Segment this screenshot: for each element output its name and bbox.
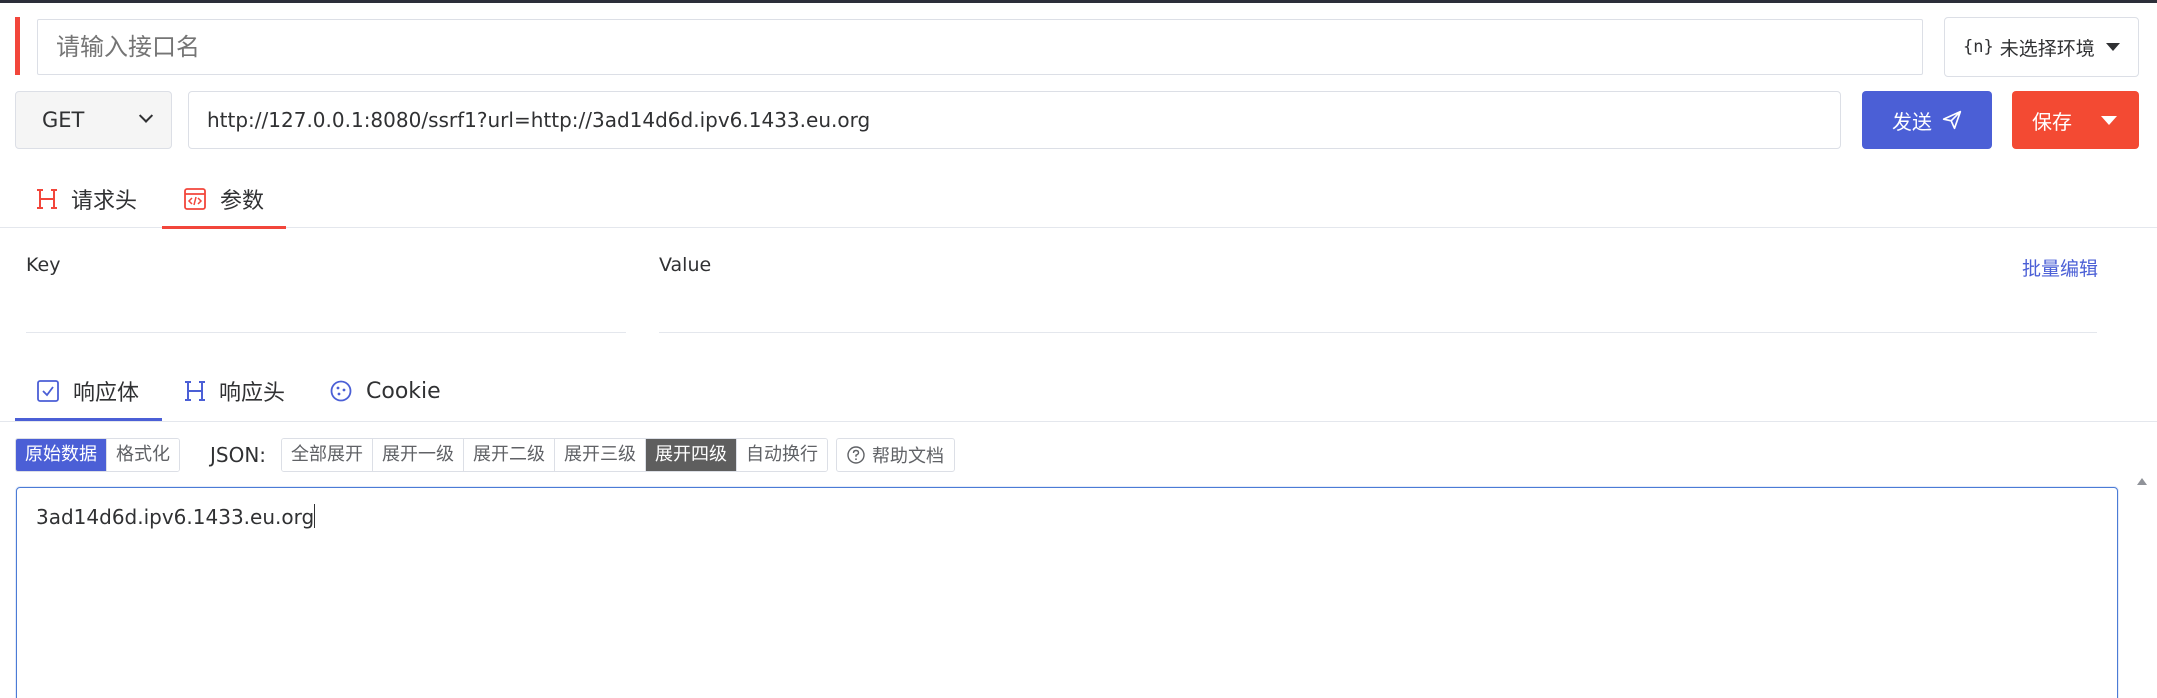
h-icon [37,188,57,210]
response-text: 3ad14d6d.ipv6.1433.eu.org [36,505,315,529]
expand-level-2-button[interactable]: 展开二级 [464,439,555,471]
name-accent-bar [15,17,20,75]
tab-params[interactable]: 参数 [162,170,286,229]
api-name-input[interactable] [37,19,1923,75]
code-window-icon [184,188,206,210]
response-tabs: 响应体 响应头 Cookie [0,362,2157,422]
save-label: 保存 [2032,109,2072,134]
help-docs-button[interactable]: 帮助文档 [836,438,955,472]
help-label: 帮助文档 [872,446,944,467]
word-wrap-button[interactable]: 自动换行 [737,439,827,471]
method-label: GET [42,108,85,132]
cookie-icon [330,380,352,402]
url-input[interactable]: http://127.0.0.1:8080/ssrf1?url=http://3… [188,91,1841,149]
tab-response-headers[interactable]: 响应头 [185,362,285,420]
variable-icon: {n} [1963,37,1994,57]
send-label: 发送 [1892,109,1932,134]
checkbox-icon [37,380,59,402]
environment-select[interactable]: {n} 未选择环境 [1944,17,2139,77]
expand-level-1-button[interactable]: 展开一级 [373,439,464,471]
bulk-edit-link[interactable]: 批量编辑 [2022,254,2098,281]
tab-request-headers[interactable]: 请求头 [37,170,137,228]
request-tabs: 请求头 参数 [0,170,2157,229]
expand-level-3-button[interactable]: 展开三级 [555,439,646,471]
chevron-down-icon [138,108,154,123]
value-column-header: Value [659,254,712,276]
caret-down-icon[interactable] [2101,115,2117,125]
save-button[interactable]: 保存 [2012,91,2139,149]
tab-cookie[interactable]: Cookie [330,362,441,420]
tab-label: Cookie [366,378,441,404]
value-input-underline[interactable] [659,332,2097,333]
expand-level-4-button[interactable]: 展开四级 [646,439,737,471]
text-cursor [314,504,316,528]
caret-down-icon [2106,43,2120,51]
tab-response-body[interactable]: 响应体 [15,362,162,421]
key-input-underline[interactable] [26,332,626,333]
tab-label: 响应体 [73,381,140,406]
json-label: JSON: [210,443,267,467]
tab-label: 响应头 [219,381,286,406]
question-icon [847,446,865,464]
method-select[interactable]: GET [15,91,172,149]
h-icon [185,380,205,402]
tab-label: 请求头 [71,189,138,214]
expand-all-button[interactable]: 全部展开 [282,439,373,471]
tab-label: 参数 [220,189,265,214]
paper-plane-icon [1942,110,1962,130]
scroll-up-arrow-icon[interactable] [2137,478,2147,485]
raw-data-button[interactable]: 原始数据 [16,439,107,471]
json-expand-group: 全部展开 展开一级 展开二级 展开三级 展开四级 自动换行 [281,438,828,472]
format-button[interactable]: 格式化 [107,439,179,471]
key-column-header: Key [26,254,61,276]
view-mode-group: 原始数据 格式化 [15,438,180,472]
send-button[interactable]: 发送 [1862,91,1992,149]
environment-label: 未选择环境 [1999,37,2095,60]
window-top-border [0,0,2157,3]
response-body-editor[interactable]: 3ad14d6d.ipv6.1433.eu.org [16,487,2118,698]
